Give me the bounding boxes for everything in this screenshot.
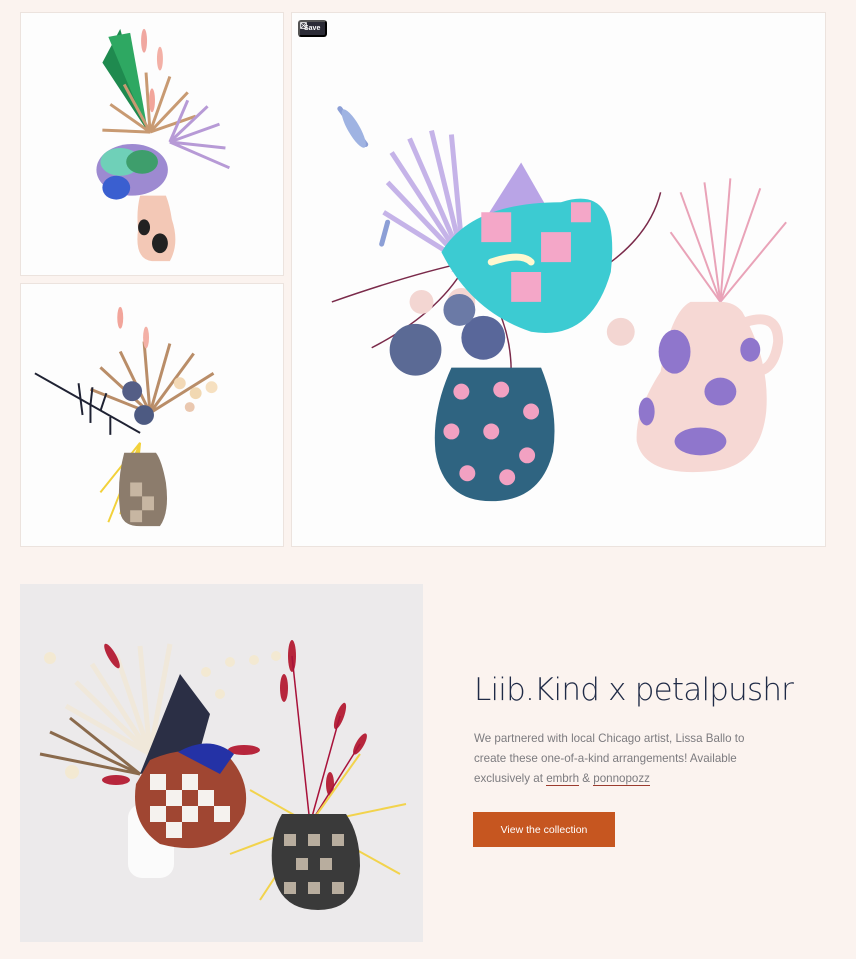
feature-text-block: Liib.Kind x petalpushr We partnered with… [474,672,794,789]
gallery-image-3[interactable]: Save [291,12,826,547]
gallery-image-2[interactable] [20,283,284,547]
feature-image [20,584,423,942]
dried-flower-arrangement-checkered-vases-icon [20,584,423,942]
view-collection-button[interactable]: View the collection [473,812,615,847]
dried-flower-arrangement-checkered-vase-icon [21,284,283,546]
feature-description: We partnered with local Chicago artist, … [474,729,779,789]
feature-title: Liib.Kind x petalpushr [474,672,794,708]
two-painted-vases-with-dried-flowers-icon [292,13,825,546]
bookmark-icon [300,22,307,29]
dried-flower-arrangement-pastel-vase-icon [21,13,283,275]
ponnopozz-link[interactable]: ponnopozz [593,772,650,787]
embrh-link[interactable]: embrh [546,772,580,787]
gallery-image-1[interactable] [20,12,284,276]
link-separator: & [579,772,594,786]
save-button[interactable]: Save [298,20,328,37]
